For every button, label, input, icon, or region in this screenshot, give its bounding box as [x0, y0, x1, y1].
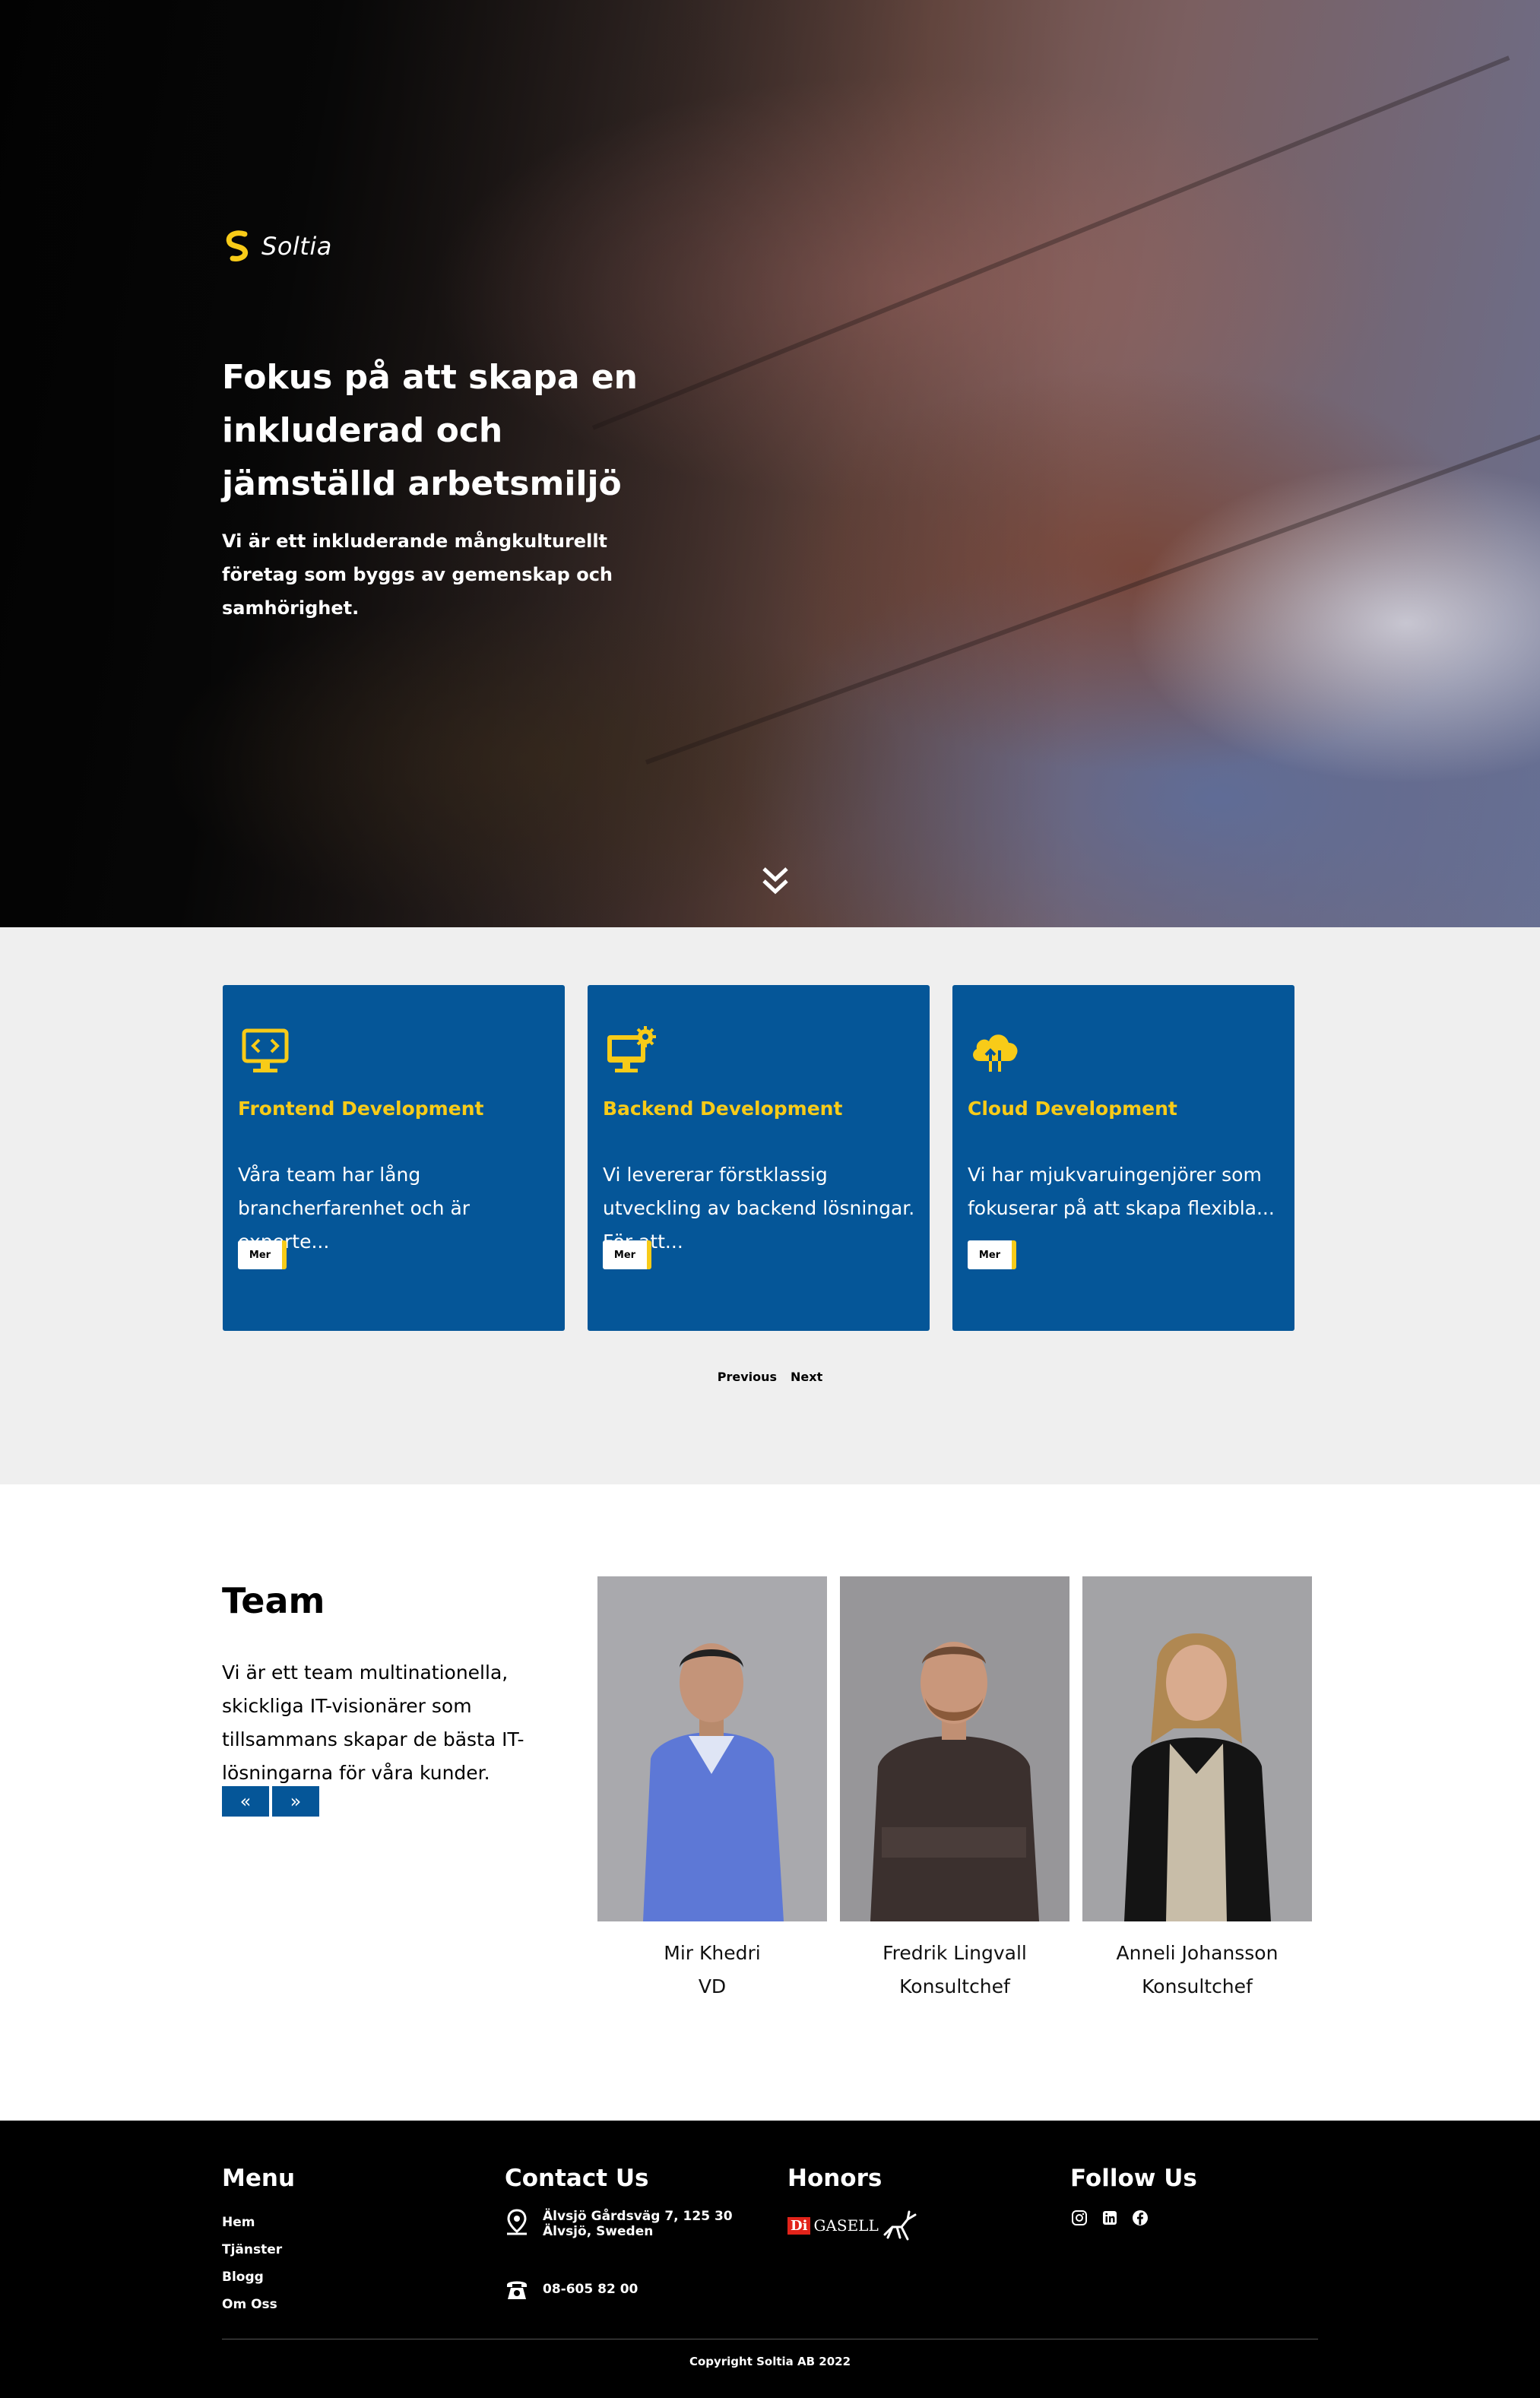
card-title: Cloud Development	[968, 1098, 1177, 1120]
member-role: Konsultchef	[1142, 1975, 1253, 1997]
member-role: Konsultchef	[899, 1975, 1010, 1997]
phone-number[interactable]: 08-605 82 00	[543, 2282, 638, 2297]
monitor-code-icon	[242, 1028, 289, 1072]
team-section: Team Vi är ett team multinationella, ski…	[0, 1484, 1540, 2121]
team-member-card: Anneli Johansson Konsultchef	[1082, 1576, 1312, 2004]
service-card-frontend: Frontend Development Våra team har lång …	[223, 985, 565, 1331]
phone-row: 08-605 82 00	[505, 2277, 733, 2301]
services-section: Frontend Development Våra team har lång …	[0, 927, 1540, 1484]
hero-subtitle: Vi är ett inkluderande mångkulturellt fö…	[222, 531, 613, 619]
social-links	[1070, 2209, 1197, 2227]
footer-link-tjanster[interactable]: Tjänster	[222, 2236, 295, 2263]
footer-contact-title: Contact Us	[505, 2165, 649, 2192]
member-role: VD	[698, 1975, 727, 1997]
card-title: Frontend Development	[238, 1098, 484, 1120]
member-name: Fredrik Lingvall	[882, 1942, 1027, 1964]
next-button[interactable]: Next	[791, 1370, 822, 1384]
footer-honors: Honors Di GASELL	[787, 2165, 918, 2242]
service-card-backend: Backend Development Vi levererar förstkl…	[588, 985, 930, 1331]
member-name: Anneli Johansson	[1116, 1942, 1279, 1964]
team-member-photo	[840, 1576, 1069, 1921]
logo-text: Soltia	[261, 232, 332, 261]
gazelle-icon	[883, 2210, 917, 2241]
team-title: Team	[222, 1580, 325, 1621]
previous-button[interactable]: Previous	[718, 1370, 777, 1384]
team-member-card: Fredrik Lingvall Konsultchef	[840, 1576, 1069, 2004]
team-prev-button[interactable]: «	[222, 1786, 269, 1817]
hero-title: Fokus på att skapa en inkluderad och jäm…	[222, 358, 638, 503]
footer-honors-title: Honors	[787, 2165, 882, 2192]
address-line1: Älvsjö Gårdsväg 7, 125 30	[543, 2209, 733, 2224]
copyright-text: Copyright Soltia AB 2022	[689, 2355, 851, 2368]
instagram-icon[interactable]	[1070, 2209, 1088, 2227]
card-title: Backend Development	[603, 1098, 843, 1120]
soltia-logo-icon	[226, 230, 249, 261]
footer-link-blogg[interactable]: Blogg	[222, 2263, 295, 2291]
facebook-icon[interactable]	[1131, 2209, 1149, 2227]
footer-link-hem[interactable]: Hem	[222, 2209, 295, 2236]
double-chevron-down-icon[interactable]	[756, 863, 794, 901]
more-button[interactable]: Mer	[603, 1240, 651, 1269]
site-logo[interactable]: Soltia	[222, 230, 332, 263]
team-next-button[interactable]: »	[272, 1786, 319, 1817]
carousel-pager: Previous Next	[0, 1370, 1540, 1384]
team-member-photo	[1082, 1576, 1312, 1921]
member-name: Mir Khedri	[664, 1942, 761, 1964]
monitor-gear-icon	[607, 1026, 656, 1072]
team-member-photo	[597, 1576, 827, 1921]
card-text: Vi har mjukvaruingenjörer som fokuserar …	[968, 1164, 1275, 1219]
gasell-label: GASELL	[813, 2216, 879, 2235]
team-member-card: Mir Khedri VD	[597, 1576, 827, 2004]
more-button[interactable]: Mer	[238, 1240, 287, 1269]
footer-link-om-oss[interactable]: Om Oss	[222, 2291, 295, 2318]
map-pin-icon	[507, 2209, 527, 2235]
di-label: Di	[787, 2216, 811, 2235]
cloud-transfer-icon	[973, 1034, 1018, 1072]
linkedin-icon[interactable]	[1101, 2209, 1119, 2227]
address-line2: Älvsjö, Sweden	[543, 2224, 654, 2239]
footer-follow: Follow Us	[1070, 2165, 1197, 2227]
more-button[interactable]: Mer	[968, 1240, 1016, 1269]
address-row: Älvsjö Gårdsväg 7, 125 30 Älvsjö, Sweden	[505, 2209, 733, 2239]
footer-menu-title: Menu	[222, 2165, 296, 2192]
telephone-icon	[507, 2281, 527, 2299]
hero-section: Soltia Fokus på att skapa en inkluderad …	[0, 0, 1540, 927]
site-footer: Menu Hem Tjänster Blogg Om Oss Contact U…	[0, 2121, 1540, 2398]
team-description: Vi är ett team multinationella, skicklig…	[222, 1661, 524, 1784]
service-card-cloud: Cloud Development Vi har mjukvaruingenjö…	[952, 985, 1294, 1331]
team-carousel-nav: « »	[222, 1786, 319, 1817]
di-gasell-badge: Di GASELL	[787, 2209, 918, 2242]
footer-contact: Contact Us Älvsjö Gårdsväg 7, 125 30 Älv…	[505, 2165, 733, 2301]
footer-menu: Menu Hem Tjänster Blogg Om Oss	[222, 2165, 295, 2318]
footer-follow-title: Follow Us	[1070, 2165, 1197, 2192]
